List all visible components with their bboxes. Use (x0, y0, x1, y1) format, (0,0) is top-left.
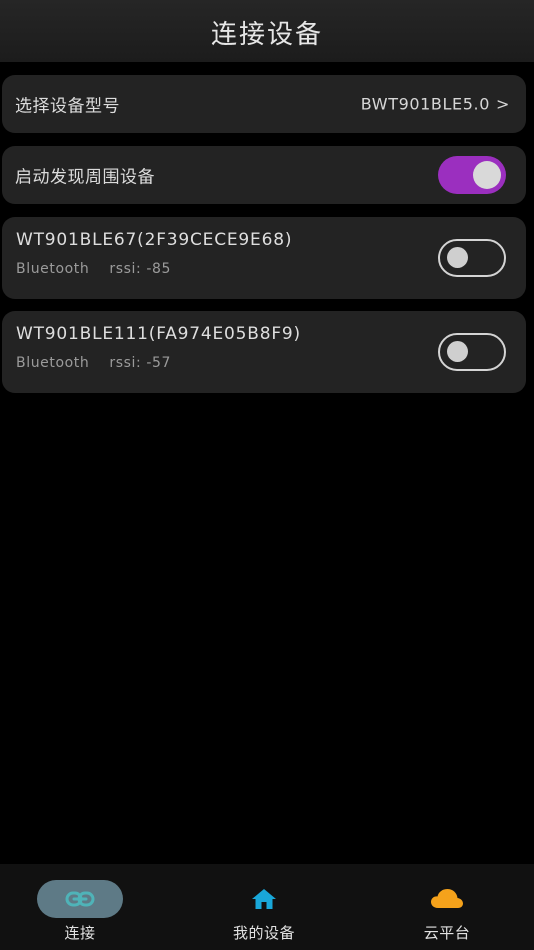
device-model-selector[interactable]: 选择设备型号 BWT901BLE5.0 > (2, 75, 526, 133)
tab-connect[interactable]: 连接 (10, 864, 150, 950)
chevron-right-icon: > (495, 94, 510, 114)
device-rssi: rssi: -85 (109, 261, 172, 277)
device-list-item[interactable]: WT901BLE111(FA974E05B8F9) Bluetooth rssi… (2, 311, 526, 393)
tab-cloud-platform[interactable]: 云平台 (377, 864, 517, 950)
tab-cloud-label: 云平台 (423, 924, 471, 942)
device-connect-toggle[interactable] (438, 239, 506, 277)
tab-my-devices[interactable]: 我的设备 (194, 864, 334, 950)
device-meta: Bluetooth rssi: -85 (16, 261, 171, 277)
device-name: WT901BLE67(2F39CECE9E68) (16, 230, 293, 250)
toggle-knob (473, 161, 501, 189)
home-icon (252, 889, 276, 909)
tab-my-devices-label: 我的设备 (232, 924, 295, 942)
device-type: Bluetooth (16, 261, 90, 277)
tab-my-devices-pill (221, 880, 307, 918)
scan-devices-toggle[interactable] (438, 156, 506, 194)
device-connect-toggle[interactable] (438, 333, 506, 371)
cloud-icon (431, 889, 463, 908)
device-list-item[interactable]: WT901BLE67(2F39CECE9E68) Bluetooth rssi:… (2, 217, 526, 299)
header-bar: 连接设备 (0, 0, 534, 62)
link-icon (65, 891, 95, 907)
toggle-knob (447, 341, 468, 362)
bottom-navigation: 连接 我的设备 云平台 (0, 864, 534, 950)
device-rssi: rssi: -57 (109, 355, 172, 371)
toggle-knob (447, 247, 468, 268)
scan-devices-label: 启动发现周围设备 (15, 167, 155, 188)
device-model-label: 选择设备型号 (15, 96, 120, 117)
tab-cloud-pill (404, 880, 490, 918)
page-title: 连接设备 (210, 19, 323, 50)
device-type: Bluetooth (16, 355, 90, 371)
device-name: WT901BLE111(FA974E05B8F9) (16, 324, 301, 344)
scan-devices-row: 启动发现周围设备 (2, 146, 526, 204)
device-model-value-group[interactable]: BWT901BLE5.0 > (361, 95, 510, 114)
tab-connect-label: 连接 (64, 924, 96, 942)
tab-connect-pill (37, 880, 123, 918)
device-meta: Bluetooth rssi: -57 (16, 355, 171, 371)
device-model-value: BWT901BLE5.0 (360, 94, 490, 114)
app-root: 连接设备 选择设备型号 BWT901BLE5.0 > 启动发现周围设备 WT90… (0, 0, 534, 950)
